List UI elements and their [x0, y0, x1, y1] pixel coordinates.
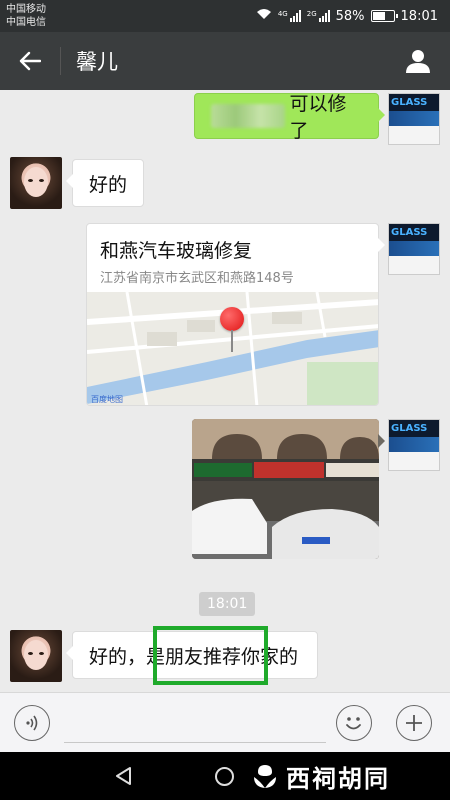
avatar-brand: GLASS — [389, 224, 439, 241]
voice-button[interactable] — [14, 705, 50, 741]
avatar-self[interactable]: GLASS — [388, 93, 440, 145]
voice-icon — [26, 715, 38, 731]
photo-message[interactable] — [192, 419, 379, 559]
message-bubble-received[interactable]: 好的 — [66, 159, 144, 207]
map-provider-logo: 百度地图 — [91, 395, 123, 404]
person-icon — [406, 50, 430, 73]
avatar-self[interactable]: GLASS — [388, 223, 440, 275]
message-text: 可以修了 — [289, 93, 347, 142]
arrow-left-icon — [19, 51, 41, 71]
status-time: 18:01 — [400, 8, 438, 24]
nav-home-button[interactable] — [215, 767, 234, 786]
nav-back-button[interactable] — [114, 766, 134, 790]
network-type-2: 2G — [306, 10, 317, 18]
map-pin-icon — [220, 307, 244, 331]
carrier-info: 中国移动 中国电信 — [6, 3, 46, 29]
chat-title: 馨儿 — [76, 50, 118, 74]
message-input[interactable] — [64, 705, 326, 743]
watermark-logo-icon — [254, 765, 276, 788]
battery-percent: 58% — [335, 8, 365, 24]
card-tail — [378, 238, 385, 252]
location-title: 和燕汽车玻璃修复 — [100, 240, 253, 262]
avatar-self[interactable]: GLASS — [388, 419, 440, 471]
photo-tail — [378, 434, 385, 448]
signal-icon-2: 2G — [307, 10, 330, 22]
avatar-brand: GLASS — [389, 420, 439, 437]
header-divider — [60, 47, 61, 75]
status-bar: 中国移动 中国电信 4G 2G 58% 18:01 — [0, 0, 450, 32]
location-card[interactable]: 和燕汽车玻璃修复 江苏省南京市玄武区和燕路148号 百度地图 — [86, 223, 379, 406]
chat-header: 馨儿 — [0, 32, 450, 90]
message-list[interactable]: 可以修了 GLASS 好的 和燕汽车玻璃修复 江苏省南京市玄武区和燕路148号 — [0, 90, 450, 692]
location-address: 江苏省南京市玄武区和燕路148号 — [100, 271, 294, 286]
signal-icon-1: 4G — [278, 10, 301, 22]
battery-icon — [370, 10, 398, 22]
back-button[interactable] — [12, 44, 48, 78]
highlight-annotation — [153, 626, 268, 685]
map-preview: 百度地图 — [87, 292, 378, 405]
status-indicators: 4G 2G 58% 18:01 — [256, 6, 438, 26]
system-nav-bar: 西祠胡同 — [0, 752, 450, 800]
more-button[interactable] — [396, 705, 432, 741]
wifi-icon — [256, 8, 272, 24]
avatar-contact[interactable] — [10, 157, 62, 209]
watermark: 西祠胡同 — [250, 756, 390, 796]
carrier-2: 中国电信 — [6, 17, 46, 28]
blurred-text — [211, 104, 286, 128]
watermark-text: 西祠胡同 — [286, 764, 390, 793]
plus-icon — [406, 715, 422, 731]
smiley-icon — [346, 717, 361, 730]
emoji-button[interactable] — [336, 705, 372, 741]
chat-info-button[interactable] — [402, 44, 434, 78]
triangle-back-icon — [116, 767, 131, 785]
input-bar — [0, 692, 450, 752]
timestamp-divider: 18:01 — [199, 592, 256, 616]
message-text: 好的 — [89, 173, 128, 196]
carrier-1: 中国移动 — [6, 4, 46, 15]
message-bubble-sent[interactable]: 可以修了 — [194, 93, 385, 142]
avatar-brand: GLASS — [389, 94, 439, 111]
network-type-1: 4G — [277, 10, 288, 18]
avatar-contact[interactable] — [10, 630, 62, 682]
